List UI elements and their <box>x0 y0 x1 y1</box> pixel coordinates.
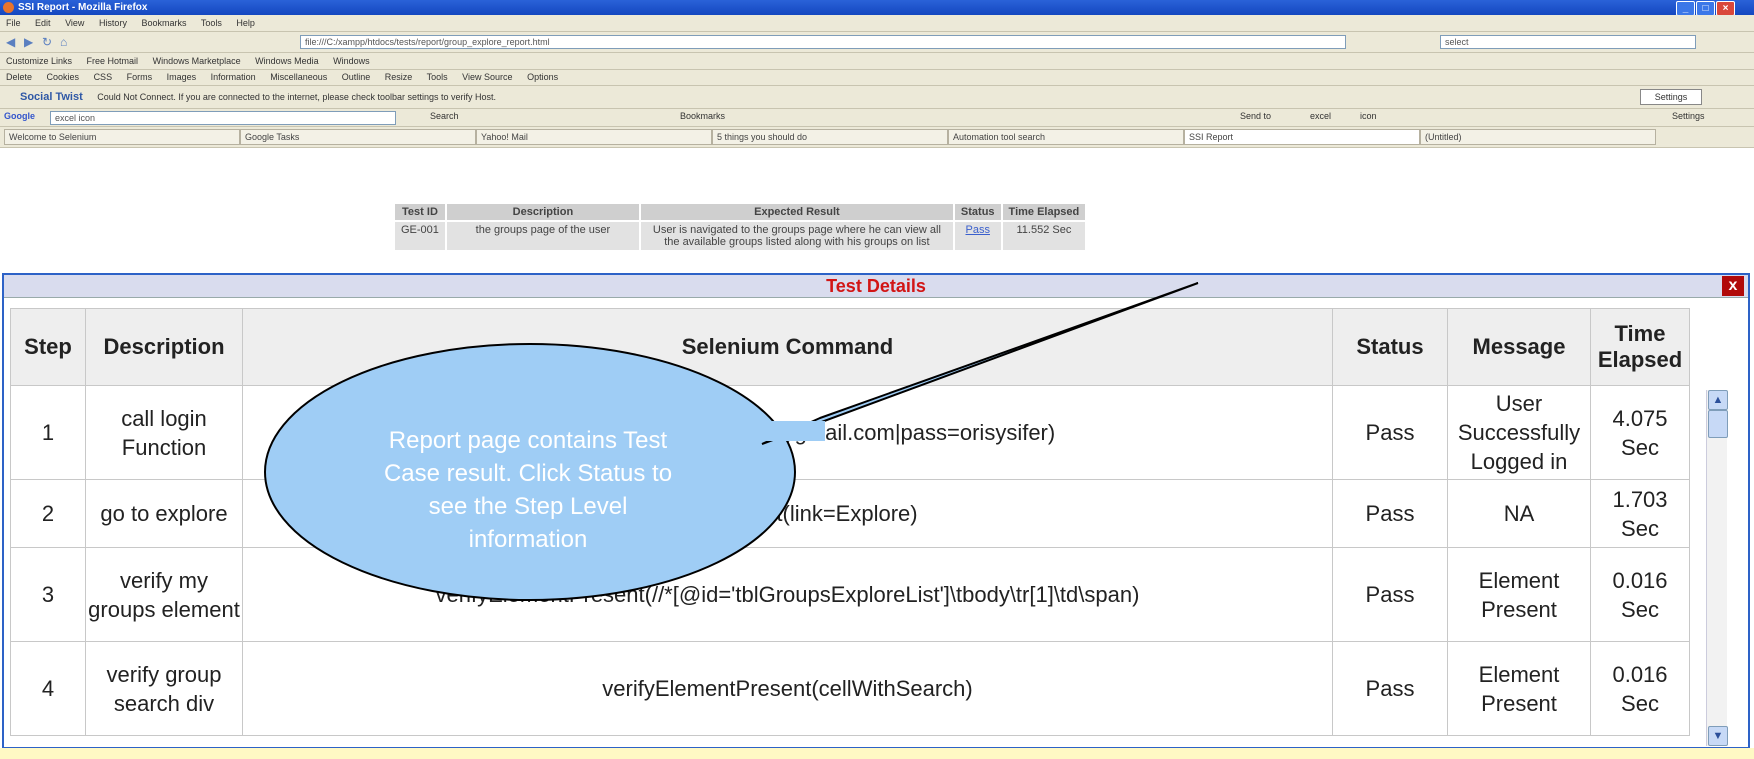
callout-pointer <box>761 282 1199 445</box>
bottom-hint-strip <box>0 748 1754 759</box>
callout-seam <box>755 421 825 441</box>
callout-overlay <box>263 282 1199 601</box>
callout-text: Report page contains Test Case result. C… <box>383 427 673 553</box>
